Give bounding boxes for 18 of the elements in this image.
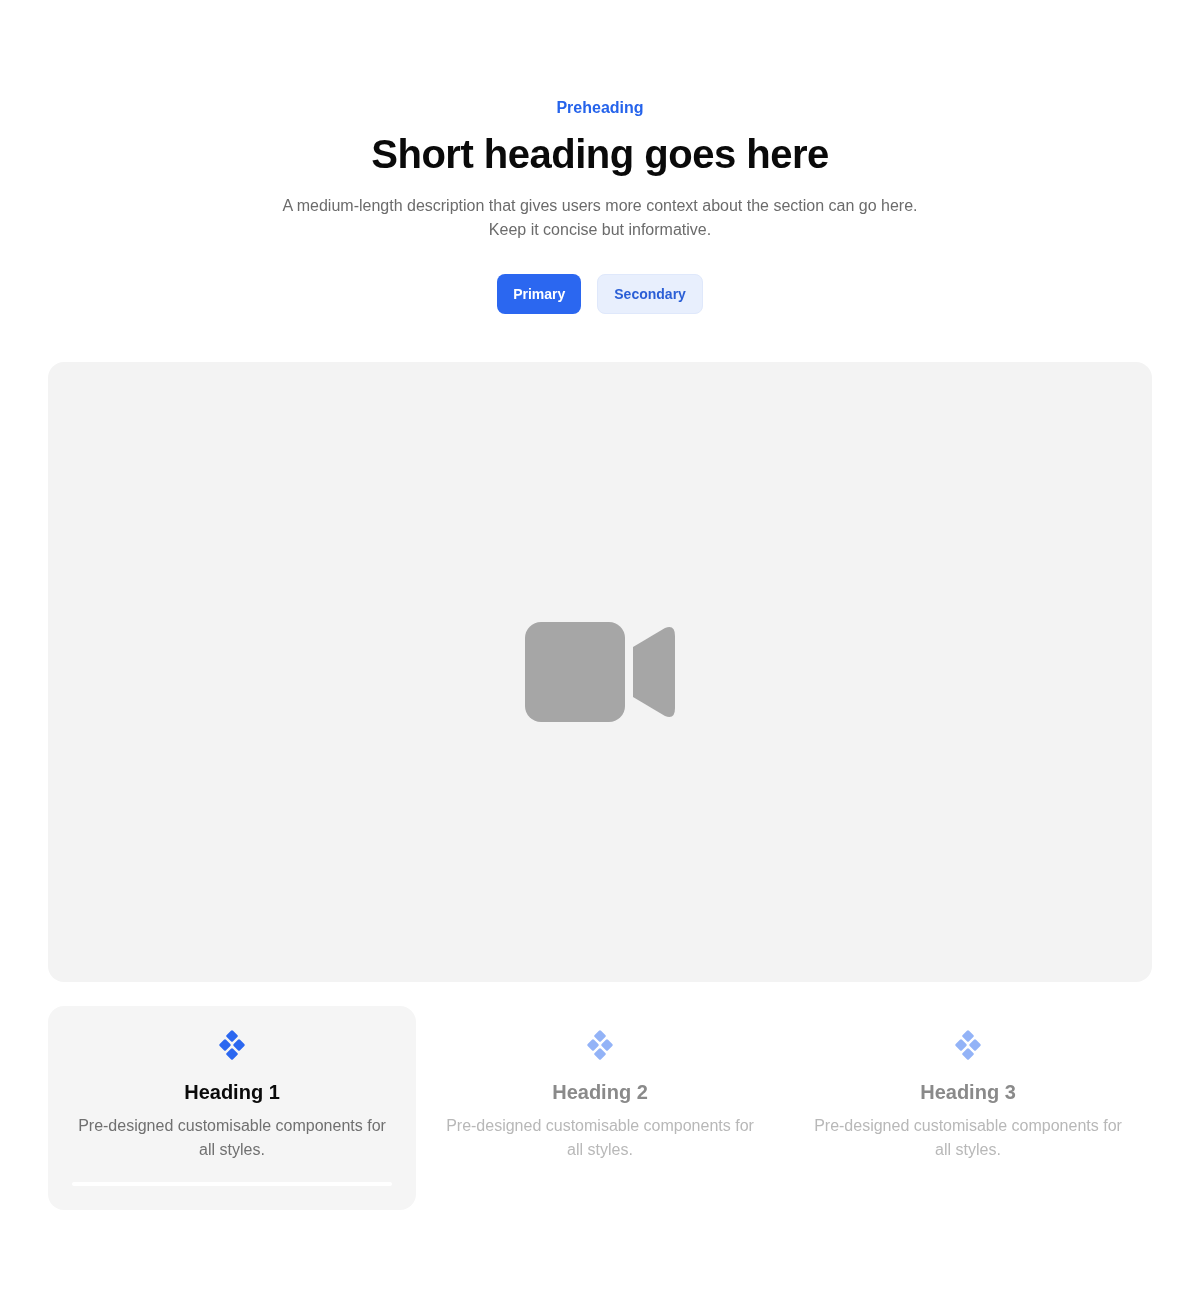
secondary-button[interactable]: Secondary	[597, 274, 703, 314]
tab-heading: Heading 3	[920, 1080, 1016, 1105]
tab-heading: Heading 2	[552, 1080, 648, 1105]
tab-description: Pre-designed customisable components for all styles.	[77, 1116, 387, 1160]
diamonds-icon	[953, 1030, 983, 1060]
tab-heading: Heading 1	[184, 1080, 280, 1105]
section-heading: Short heading goes here	[371, 131, 829, 178]
feature-tab[interactable]: Heading 1 Pre-designed customisable components for all styles.	[48, 1006, 416, 1210]
preheading: Preheading	[556, 98, 644, 118]
feature-tab[interactable]: Heading 3 Pre-designed customisable components for all styles.	[784, 1006, 1152, 1210]
primary-button[interactable]: Primary	[497, 274, 582, 314]
diamonds-icon	[217, 1030, 247, 1060]
tab-description: Pre-designed customisable components for all styles.	[813, 1116, 1123, 1160]
tab-description: Pre-designed customisable components for all styles.	[445, 1116, 755, 1160]
section-description: A medium-length description that gives users more context about the section can go here. Keep it concise but informative.	[281, 196, 919, 240]
video-camera-icon	[525, 622, 675, 722]
diamonds-icon	[585, 1030, 615, 1060]
feature-tab[interactable]: Heading 2 Pre-designed customisable components for all styles.	[416, 1006, 784, 1210]
